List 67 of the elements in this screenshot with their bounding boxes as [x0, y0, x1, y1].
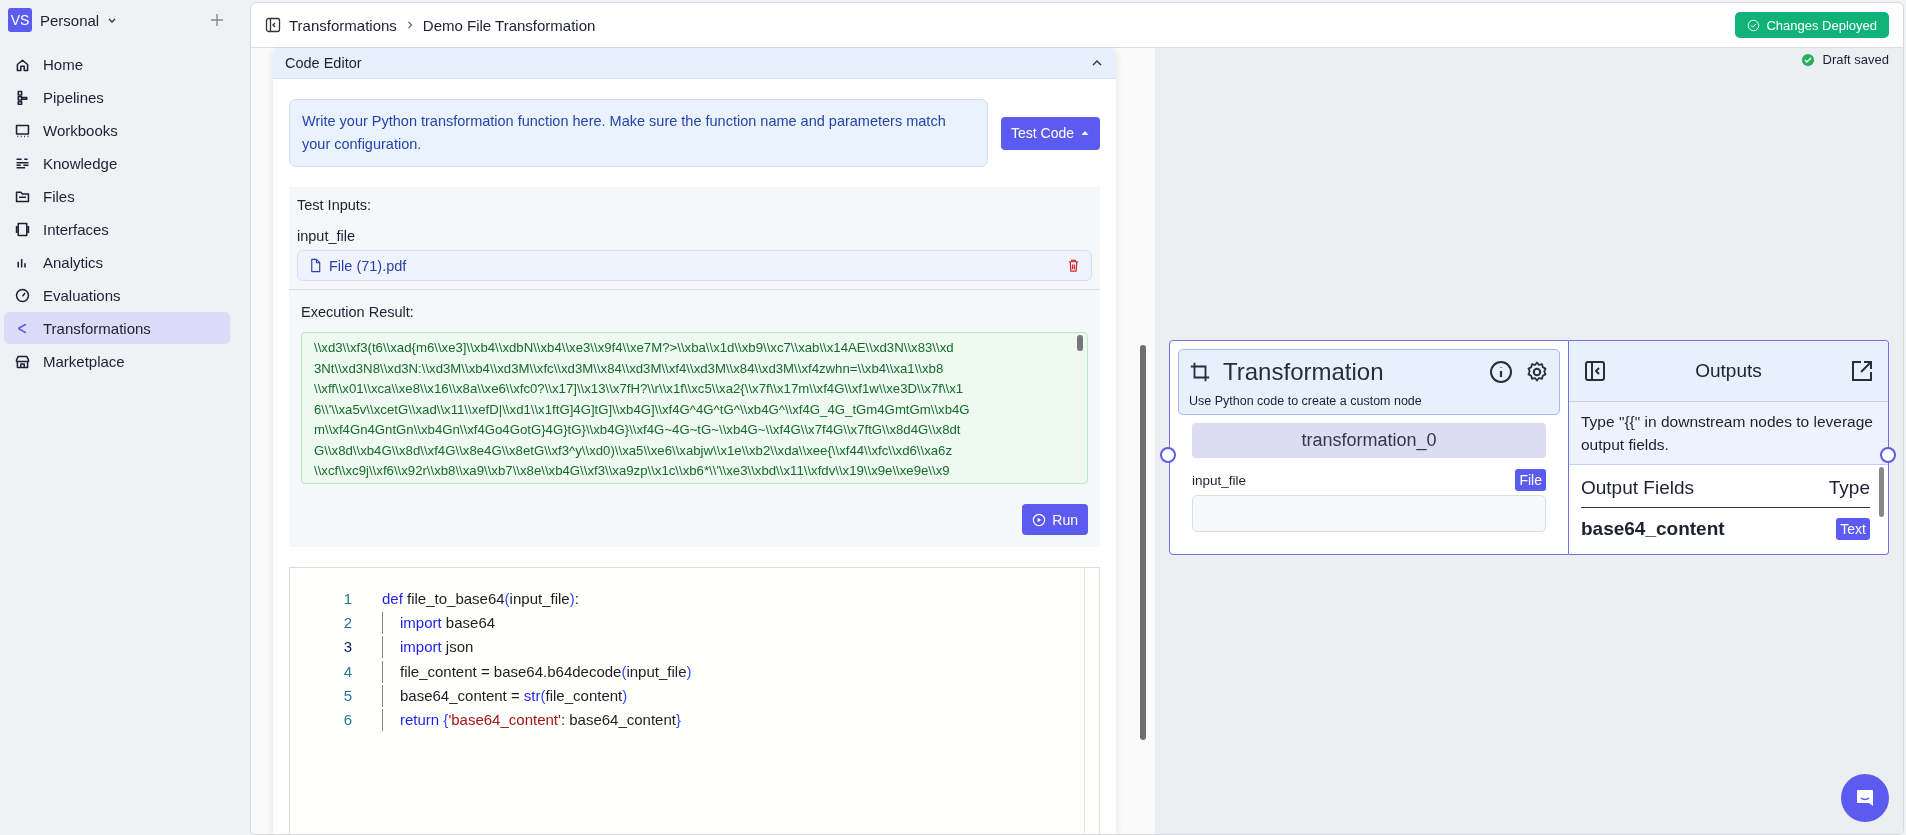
section-title: Execution Result:	[300, 303, 415, 322]
sidebar-toggle-icon[interactable]	[265, 17, 281, 33]
hint-text: Type "{{" in downstream nodes to leverage output fields.	[1569, 402, 1888, 465]
connection-handle[interactable]	[1160, 447, 1176, 463]
code-line: import json	[382, 638, 474, 656]
type-tag: File	[1515, 469, 1546, 491]
input-label: input_file	[1192, 472, 1247, 488]
transformation-node[interactable]: Transformation Use Python code to create a custom node transformation_0 input_file File	[1169, 340, 1569, 555]
sidebar-item[interactable]: Knowledge	[4, 147, 230, 179]
file-link[interactable]: File (71).pdf	[329, 257, 407, 274]
sidebar-item[interactable]: Files	[4, 180, 230, 212]
result-output: \\xd3\\xf3(t6\\xad{m6\\xe3]\\xb4\\xdbN\\xb4\\xe3\\x9f4\\xe7M?>\\xba\\x1d\\xb9\\xc7\\xab\\x14AE\\xd3N\\x83\\xd 3Nt\\xd3N8\\xd3N:\\xd3M\\xb4\\xd3M\\xfc\\xd3M\\x84\\xd3M\\xf4\\xd3M\\x84\\xd3M\\xf4zwhn=\\xb4\\xa1\\xb8 \\xff\\x01\\xca\\xe8\\x16\\x8a\\xe6\\xfc0?\\x17]\\x13\\x7fH?\\r\\x1f\\xc5\\xa2{\\x7f\\x17m\\xf4G\\xf1w\\xe3D\\x7f\\x1 6\\'\\xa5v\\xcetG\\xad\\x11\\xefD|\\xd1\\x1ftG]4G]tG]\\xb4G]\\xf4G^4G^tG^\\xb4G^\\xf4G_4G_tGm4GmtGm\\xb4G m\\xf4Gn4GntGn\\xb4Gn\\xf4Go4GotG}4G}tG}\\xb4G}\\xf4G~4G~tG~\\xb4G~\\xf4G\\x7f4G\\x7ftG\\x8d4G\\x8dt G\\x8d\\xb4G\\x8d\\xf4G\\x8e4G\\x8etG\\xf3^y\\xd0)\\xa5\\xe6\\xabjw\\x1e\\xb2\\xda\\xee{\\xf44\\xfc\\xd6\\xa6z \\xcf\\xc9j\\xf6\\x92r\\xb8\\xa9\\xb7\\x8e\\xb4G\\xf3\\xa9zp\\x1c\\xb6*\\'\\xe3\\xbd\\x11\\xfdv\\x19\\x9e\\xe9e\\x9	[301, 332, 1088, 484]
panel-title: Code Editor	[285, 55, 362, 71]
sidebar-item[interactable]: Workbooks	[4, 114, 230, 146]
test-code-button[interactable]: Test Code	[1000, 116, 1100, 150]
sidebar-item[interactable]: Analytics	[4, 246, 230, 278]
workspace-avatar: VS	[8, 8, 32, 32]
check-icon	[1800, 52, 1815, 67]
line-number: 3	[342, 638, 353, 656]
sidebar-item[interactable]: Pipelines	[4, 81, 230, 113]
play-icon	[1032, 512, 1047, 527]
sidebar-item[interactable]: Marketplace	[4, 345, 230, 377]
save-status: Draft saved	[1822, 52, 1889, 67]
code-line: file_content = base64.b64decode(input_file)	[382, 662, 692, 680]
chat-button[interactable]	[1841, 774, 1889, 822]
code-editor[interactable]: 1 def file_to_base64(input_file): 2 import base64 3 import json 4 file_content = base64.b64decode(input_file) 5 base64_content = str(file_content) 6 return {'base64_content': base64_content}	[289, 567, 1100, 834]
panel-title: Outputs	[1695, 360, 1762, 382]
node-name-field[interactable]: transformation_0	[1192, 423, 1546, 458]
line-number: 5	[342, 686, 353, 704]
line-number: 1	[342, 589, 353, 607]
delete-icon[interactable]	[1066, 258, 1081, 273]
info-message: Write your Python transformation function here. Make sure the function name and parameters match your configuration.	[289, 99, 988, 167]
sidebar-item[interactable]: Home	[4, 48, 230, 80]
sidebar-item[interactable]: Transformations	[4, 312, 230, 344]
gauge-icon	[14, 286, 31, 304]
type-tag: Text	[1836, 518, 1870, 540]
input-field[interactable]	[1192, 495, 1546, 532]
collapse-panel-icon[interactable]	[1583, 359, 1607, 383]
document-icon	[308, 258, 323, 273]
breadcrumb-link[interactable]: Transformations	[289, 16, 397, 34]
external-link-icon[interactable]	[1850, 359, 1874, 383]
breadcrumb-link[interactable]: Demo File Transformation	[422, 16, 596, 34]
hierarchy-icon	[14, 88, 31, 106]
output-field-name: base64_content	[1581, 518, 1725, 540]
sidebar-item[interactable]: Evaluations	[4, 279, 230, 311]
check-circle-icon	[1747, 18, 1761, 32]
settings-icon[interactable]	[1525, 360, 1549, 384]
line-number: 6	[342, 711, 353, 729]
crop-icon	[1189, 361, 1211, 383]
code-line: def file_to_base64(input_file):	[382, 589, 579, 607]
line-number: 2	[342, 613, 353, 631]
run-button[interactable]: Run	[1022, 504, 1088, 535]
code-line: base64_content = str(file_content)	[382, 686, 628, 704]
column-header: Type	[1828, 477, 1870, 499]
sidebar-item[interactable]: Interfaces	[4, 213, 230, 245]
line-number: 4	[342, 662, 353, 680]
connection-handle[interactable]	[1880, 447, 1896, 463]
section-title: Test Inputs:	[297, 197, 373, 215]
workspace-switcher[interactable]: Personal	[40, 11, 118, 29]
field-label: input_file	[297, 228, 357, 246]
node-title: Transformation	[1223, 358, 1384, 386]
info-icon[interactable]	[1489, 360, 1513, 384]
column-header: Output Fields	[1581, 477, 1694, 499]
code-line: return {'base64_content': base64_content}	[382, 711, 681, 729]
frame-icon	[14, 220, 31, 238]
node-description: Use Python code to create a custom node	[1189, 394, 1423, 408]
code-line: import base64	[382, 613, 496, 631]
